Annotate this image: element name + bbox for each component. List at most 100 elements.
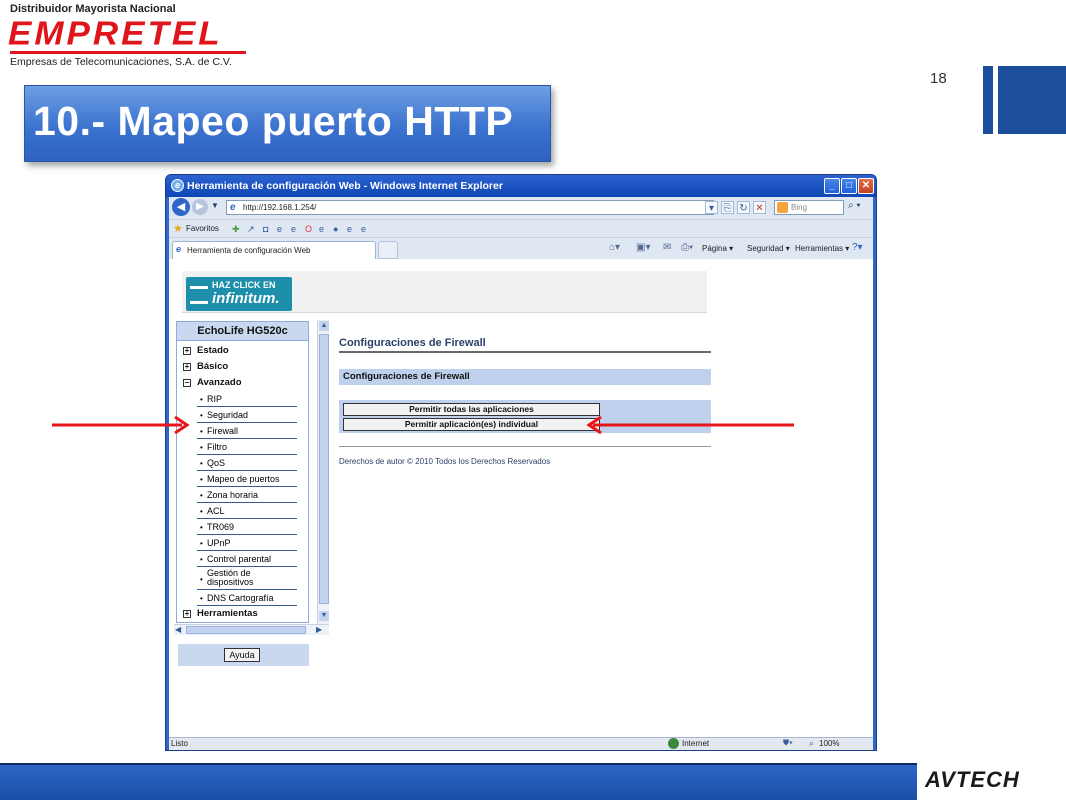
tab-active[interactable]: e Herramienta de configuración Web <box>172 241 376 259</box>
slide-title-box: 10.- Mapeo puerto HTTP <box>24 85 551 162</box>
add-favorite-icon[interactable]: ✚ <box>232 224 240 235</box>
maximize-button[interactable]: □ <box>841 178 857 194</box>
status-text: Listo <box>171 739 188 748</box>
nav-subitem-label: Seguridad <box>207 410 249 420</box>
decorative-bar <box>983 66 993 134</box>
mail-icon[interactable]: ✉ <box>663 242 671 253</box>
side-navigation: EchoLife HG520c + Estado + Básico − Avan… <box>176 321 309 623</box>
nav-subitem-seguridad[interactable]: • Seguridad <box>197 408 297 423</box>
collapse-icon[interactable]: − <box>183 379 191 387</box>
panel-spacer <box>339 385 711 400</box>
allow-individual-apps-button[interactable]: Permitir aplicación(es) individual <box>343 418 600 431</box>
expand-icon[interactable]: + <box>183 610 191 618</box>
nav-subitem-firewall[interactable]: • Firewall <box>197 424 297 439</box>
search-input[interactable]: Bing <box>774 200 844 215</box>
nav-subitem-tr069[interactable]: • TR069 <box>197 520 297 535</box>
zoom-icon[interactable]: ⌕ <box>809 738 814 749</box>
copyright-text: Derechos de autor © 2010 Todos los Derec… <box>339 457 551 466</box>
scroll-left-icon[interactable]: ◀ <box>175 625 181 634</box>
forward-button[interactable]: ▶ <box>192 199 208 215</box>
vertical-scrollbar[interactable]: ▲ ▼ <box>317 320 329 624</box>
page-icon: e <box>176 244 182 254</box>
nav-item-label: Avanzado <box>197 377 242 388</box>
zoom-level[interactable]: 100% <box>819 739 839 748</box>
security-zone: Internet <box>682 739 710 748</box>
favorite-link-icon[interactable]: e <box>291 224 296 234</box>
protected-mode-icon[interactable]: ⛊▾ <box>783 738 793 748</box>
close-button[interactable]: ✕ <box>858 178 874 194</box>
nav-subitem-label: TR069 <box>207 522 235 532</box>
favorites-star-icon[interactable]: ★ <box>173 222 183 235</box>
history-dropdown-icon[interactable]: ▼ <box>211 201 219 210</box>
refresh-icon[interactable]: ↻ <box>737 201 750 214</box>
nav-subitem-acl[interactable]: • ACL <box>197 504 297 519</box>
tab-row: e Herramienta de configuración Web ⌂▾ ▣▾… <box>169 237 873 259</box>
title-divider <box>339 351 711 353</box>
tab-label: Herramienta de configuración Web <box>187 246 311 255</box>
address-bar[interactable]: e http://192.168.1.254/ <box>226 200 714 215</box>
help-icon[interactable]: ?▾ <box>852 242 863 253</box>
favorite-link-icon[interactable]: e <box>361 224 366 234</box>
nav-subitem-mapeo-de-puertos[interactable]: • Mapeo de puertos <box>197 472 297 487</box>
nav-subitem-label: Mapeo de puertos <box>207 474 280 484</box>
scroll-up-icon[interactable]: ▲ <box>319 321 329 331</box>
nav-subitem-gestion-de-dispositivos[interactable]: • Gestión de dispositivos <box>197 568 297 590</box>
minimize-button[interactable]: _ <box>824 178 840 194</box>
favorite-link-icon[interactable]: ◘ <box>263 224 268 234</box>
page-menu[interactable]: Página ▾ <box>702 244 733 253</box>
browser-title: Herramienta de configuración Web - Windo… <box>187 180 503 192</box>
logo-tagline: Distribuidor Mayorista Nacional <box>10 3 176 15</box>
suggested-sites-icon[interactable]: ↗ <box>247 224 255 235</box>
stop-icon[interactable]: ✕ <box>753 201 766 214</box>
nav-item-avanzado[interactable]: − Avanzado <box>177 376 308 390</box>
horizontal-scrollbar[interactable]: ◀ ▶ <box>174 624 329 635</box>
nav-subitem-filtro[interactable]: • Filtro <box>197 440 297 455</box>
new-tab-button[interactable] <box>378 241 398 259</box>
scroll-thumb[interactable] <box>186 626 306 634</box>
favorite-link-icon[interactable]: O <box>305 224 312 234</box>
print-icon[interactable]: ⎙▾ <box>681 242 693 253</box>
back-button[interactable]: ◀ <box>172 198 190 216</box>
scroll-down-icon[interactable]: ▼ <box>319 611 329 621</box>
allow-all-apps-button[interactable]: Permitir todas las aplicaciones <box>343 403 600 416</box>
footer-divider <box>339 446 711 447</box>
browser-content: HAZ CLICK EN infinitum. EchoLife HG520c … <box>169 259 873 737</box>
nav-subitem-label: UPnP <box>207 538 231 548</box>
nav-item-estado[interactable]: + Estado <box>177 344 308 358</box>
infinitum-banner-link[interactable]: HAZ CLICK EN infinitum. <box>186 277 292 311</box>
scroll-thumb[interactable] <box>319 334 329 604</box>
slide: Distribuidor Mayorista Nacional EMPRETEL… <box>0 0 1066 800</box>
expand-icon[interactable]: + <box>183 363 191 371</box>
search-icon[interactable]: ⌕ ▾ <box>848 200 861 211</box>
favorite-link-icon[interactable]: e <box>277 224 282 234</box>
nav-item-herramientas[interactable]: + Herramientas <box>177 607 308 621</box>
globe-icon <box>668 738 679 749</box>
feeds-icon[interactable]: ▣▾ <box>636 242 650 253</box>
home-icon[interactable]: ⌂▾ <box>609 242 620 253</box>
nav-subitem-control-parental[interactable]: • Control parental <box>197 552 297 567</box>
nav-subitem-dns-cartografia[interactable]: • DNS Cartografía <box>197 591 297 606</box>
tools-menu[interactable]: Herramientas ▾ <box>795 244 849 253</box>
compatibility-icon[interactable]: ⎘ <box>721 201 734 214</box>
scroll-right-icon[interactable]: ▶ <box>316 625 322 634</box>
search-placeholder: Bing <box>791 203 808 212</box>
page-number: 18 <box>930 70 947 87</box>
browser-window: e Herramienta de configuración Web - Win… <box>165 174 877 751</box>
favorite-link-icon[interactable]: e <box>347 224 352 234</box>
favorites-label[interactable]: Favoritos <box>186 224 219 233</box>
help-button[interactable]: Ayuda <box>224 648 260 662</box>
expand-icon[interactable]: + <box>183 347 191 355</box>
favorite-link-icon[interactable]: e <box>319 224 324 234</box>
nav-subitem-rip[interactable]: • RIP <box>197 392 297 407</box>
nav-subitem-label: RIP <box>207 394 223 404</box>
address-url: http://192.168.1.254/ <box>243 203 317 212</box>
favorite-link-icon[interactable]: ● <box>333 224 338 234</box>
slide-title: 10.- Mapeo puerto HTTP <box>33 98 514 144</box>
address-dropdown-icon[interactable]: ▾ <box>705 201 718 214</box>
nav-item-basico[interactable]: + Básico <box>177 360 308 374</box>
nav-subitem-qos[interactable]: • QoS <box>197 456 297 471</box>
nav-subitem-label: Firewall <box>207 426 239 436</box>
nav-subitem-upnp[interactable]: • UPnP <box>197 536 297 551</box>
security-menu[interactable]: Seguridad ▾ <box>747 244 790 253</box>
nav-subitem-zona-horaria[interactable]: • Zona horaria <box>197 488 297 503</box>
